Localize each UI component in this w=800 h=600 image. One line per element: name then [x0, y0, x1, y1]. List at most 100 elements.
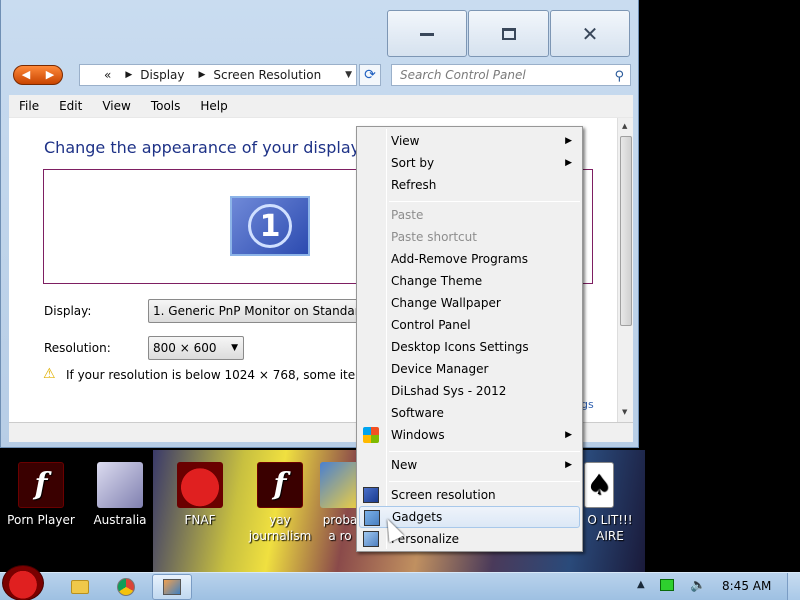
close-button[interactable]: ✕ — [550, 10, 630, 57]
menu-item-label: Screen resolution — [391, 488, 496, 502]
desktop-icon-australia[interactable]: Australia — [81, 462, 159, 528]
submenu-arrow-icon: ▶ — [565, 158, 572, 168]
desktop-icon-label: O LIT!!! AIRE — [587, 513, 633, 543]
desktop-icon-yay-journalism[interactable]: f yay journalism — [241, 462, 319, 544]
volume-icon[interactable]: 🔈 — [690, 578, 706, 593]
breadcrumb-screen-resolution[interactable]: Screen Resolution — [213, 68, 321, 82]
scroll-up-icon[interactable]: ▲ — [622, 122, 627, 130]
menu-item-label: View — [391, 134, 420, 148]
menu-item-refresh[interactable]: Refresh — [359, 174, 580, 196]
menu-item-label: DiLshad Sys - 2012 — [391, 384, 507, 398]
refresh-button[interactable]: ⟳ — [359, 64, 381, 86]
display-label: Display: — [44, 304, 92, 318]
taskbar: ▲ 🔈 8:45 AM — [0, 565, 800, 600]
menu-item-sort-by[interactable]: Sort by ▶ — [359, 152, 580, 174]
menu-help[interactable]: Help — [200, 99, 227, 113]
network-icon[interactable] — [660, 579, 674, 591]
tray-overflow-icon[interactable]: ▲ — [637, 579, 645, 590]
menu-item-label: Gadgets — [392, 510, 443, 524]
menu-item-change-wallpaper[interactable]: Change Wallpaper — [359, 292, 580, 314]
taskbar-explorer-button[interactable] — [60, 574, 100, 600]
clipper-icon — [97, 462, 143, 508]
gadgets-icon — [364, 510, 380, 526]
menu-item-view[interactable]: View ▶ — [359, 130, 580, 152]
menu-item-label: Refresh — [391, 178, 437, 192]
show-desktop-button[interactable] — [787, 573, 800, 600]
menu-item-label: Windows — [391, 428, 445, 442]
menu-separator — [389, 451, 580, 452]
menu-item-label: New — [391, 458, 418, 472]
scrollbar-thumb[interactable] — [620, 136, 632, 326]
search-input[interactable]: Search Control Panel ⚲ — [391, 64, 631, 86]
back-arrow-icon[interactable]: ◀ — [14, 66, 38, 84]
resolution-label: Resolution: — [44, 341, 111, 355]
breadcrumb-display[interactable]: Display — [140, 68, 184, 82]
folder-icon — [71, 580, 89, 594]
menu-item-label: Control Panel — [391, 318, 471, 332]
menu-item-label: Paste shortcut — [391, 230, 477, 244]
close-icon: ✕ — [581, 21, 599, 46]
breadcrumb-separator-icon: ▶ — [198, 70, 206, 80]
menu-item-device-manager[interactable]: Device Manager — [359, 358, 580, 380]
refresh-icon: ⟳ — [364, 67, 376, 83]
start-button[interactable] — [2, 565, 44, 600]
menu-item-label: Change Theme — [391, 274, 483, 288]
resolution-select[interactable]: 800 × 600 ▼ — [148, 336, 244, 360]
taskbar-chrome-button[interactable] — [106, 574, 146, 600]
monitor-icon — [363, 487, 379, 503]
menu-item-label: Change Wallpaper — [391, 296, 501, 310]
menu-separator — [389, 481, 580, 482]
menu-tools[interactable]: Tools — [151, 99, 181, 113]
desktop-icon-lit-aire[interactable]: ♠ O LIT!!! AIRE — [580, 462, 640, 544]
desktop-icon-label: Porn Player — [7, 513, 75, 527]
search-icon[interactable]: ⚲ — [614, 67, 624, 87]
desktop-icon-label: yay journalism — [248, 513, 312, 543]
menu-view[interactable]: View — [102, 99, 130, 113]
vertical-scrollbar[interactable]: ▲ ▼ — [617, 118, 633, 423]
flash-icon: f — [18, 462, 64, 508]
menu-item-new[interactable]: New ▶ — [359, 454, 580, 476]
page-title: Change the appearance of your display — [44, 138, 361, 157]
address-bar[interactable]: « ▶ Display ▶ Screen Resolution ▼ — [79, 64, 357, 86]
scroll-down-icon[interactable]: ▼ — [622, 408, 627, 416]
desktop-context-menu: View ▶ Sort by ▶ Refresh Paste Paste short… — [356, 126, 583, 552]
submenu-arrow-icon: ▶ — [565, 430, 572, 440]
menu-item-dilshad-sys[interactable]: DiLshad Sys - 2012 — [359, 380, 580, 402]
menu-item-screen-resolution[interactable]: Screen resolution — [359, 484, 580, 506]
breadcrumb-overflow[interactable]: « — [104, 68, 111, 82]
menu-bar: File Edit View Tools Help — [9, 95, 633, 117]
menu-item-desktop-icons-settings[interactable]: Desktop Icons Settings — [359, 336, 580, 358]
menu-item-paste-shortcut: Paste shortcut — [359, 226, 580, 248]
taskbar-control-panel-button[interactable] — [152, 574, 192, 600]
menu-item-change-theme[interactable]: Change Theme — [359, 270, 580, 292]
desktop-icon-label: FNAF — [184, 513, 216, 527]
menu-file[interactable]: File — [19, 99, 39, 113]
minimize-button[interactable] — [387, 10, 467, 57]
forward-arrow-icon[interactable]: ▶ — [38, 66, 62, 84]
maximize-button[interactable] — [468, 10, 549, 57]
personalize-icon — [363, 531, 379, 547]
monitor-1-tile[interactable]: 1 — [230, 196, 310, 256]
address-dropdown-icon[interactable]: ▼ — [345, 70, 352, 80]
cards-icon: ♠ — [584, 462, 614, 508]
warning-text: If your resolution is below 1024 × 768, … — [66, 368, 366, 382]
menu-item-windows[interactable]: Windows ▶ — [359, 424, 580, 446]
menu-edit[interactable]: Edit — [59, 99, 82, 113]
flash-icon: f — [257, 462, 303, 508]
display-select[interactable]: 1. Generic PnP Monitor on Standard — [148, 299, 368, 323]
monitor-number: 1 — [248, 204, 292, 248]
submenu-arrow-icon: ▶ — [565, 136, 572, 146]
menu-item-add-remove-programs[interactable]: Add-Remove Programs — [359, 248, 580, 270]
desktop-icon-fnaf[interactable]: FNAF — [161, 462, 239, 528]
menu-item-label: Add-Remove Programs — [391, 252, 528, 266]
menu-item-control-panel[interactable]: Control Panel — [359, 314, 580, 336]
submenu-arrow-icon: ▶ — [565, 460, 572, 470]
warning-icon: ⚠ — [43, 366, 56, 382]
menu-item-paste: Paste — [359, 204, 580, 226]
minimize-icon — [420, 33, 434, 36]
desktop-icon-porn-player[interactable]: f Porn Player — [2, 462, 80, 528]
chrome-icon — [117, 578, 135, 596]
menu-item-software[interactable]: Software — [359, 402, 580, 424]
menu-item-label: Software — [391, 406, 444, 420]
clock[interactable]: 8:45 AM — [722, 579, 771, 593]
